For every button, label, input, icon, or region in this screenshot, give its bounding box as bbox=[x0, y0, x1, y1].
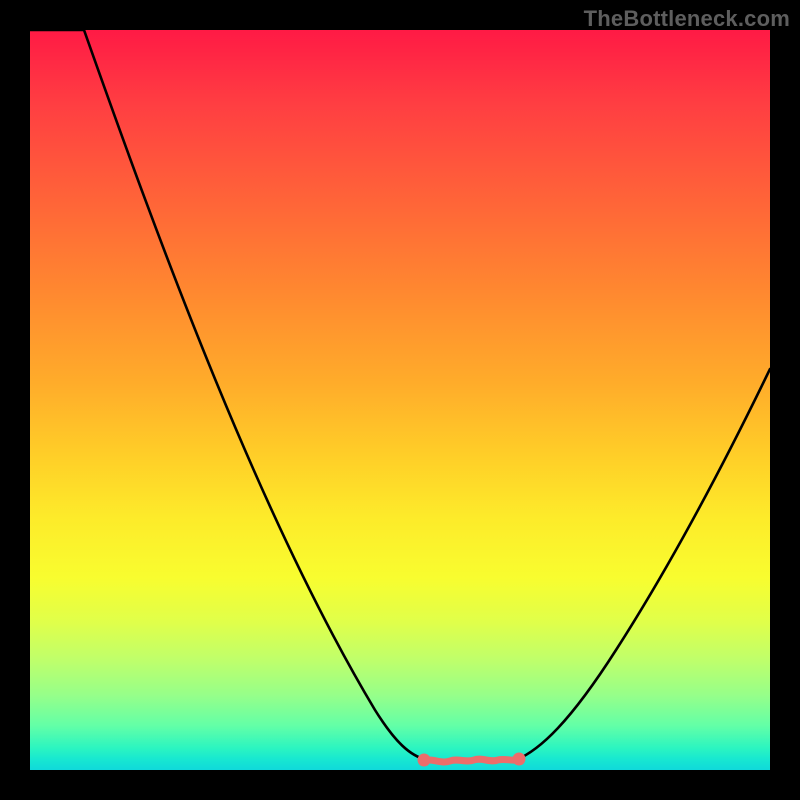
plot-area bbox=[30, 30, 770, 770]
chart-container: TheBottleneck.com bbox=[0, 0, 800, 800]
bottleneck-curve bbox=[30, 30, 770, 770]
watermark: TheBottleneck.com bbox=[584, 6, 790, 32]
